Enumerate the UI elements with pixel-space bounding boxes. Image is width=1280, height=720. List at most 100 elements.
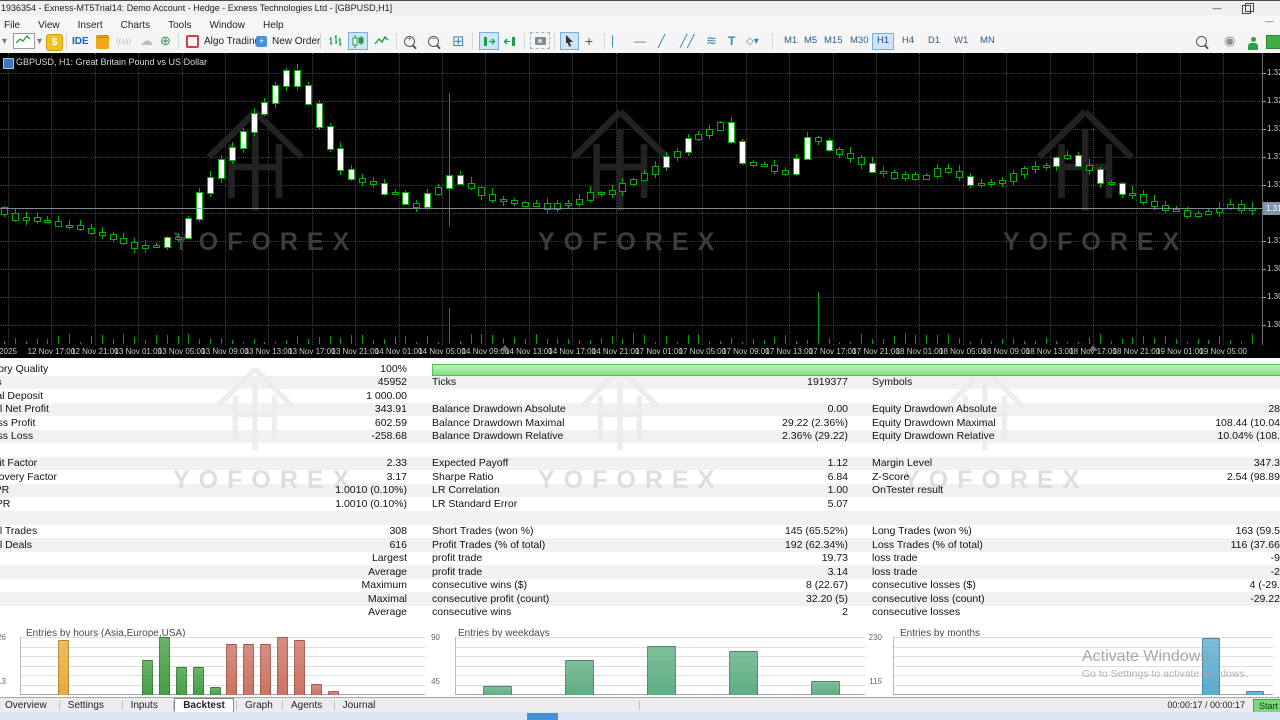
candlestick-chart[interactable]: YOFOREXYOFOREXYOFOREX GBPUSD, H1: Great … [0, 53, 1262, 346]
crosshair-icon[interactable]: + [585, 32, 593, 50]
volume-tick [839, 342, 840, 344]
candle-body [1075, 155, 1082, 167]
timeframe-M1[interactable]: M1 [780, 33, 801, 48]
stat-value: 1.12 [560, 457, 848, 469]
chart-profile-button[interactable]: ▾ [13, 32, 42, 50]
new-order-button[interactable]: + New Order [256, 32, 320, 50]
volume-tick [15, 338, 16, 344]
trendline-tool-icon[interactable]: ╱ [658, 32, 665, 50]
yoforex-logo-watermark [568, 108, 673, 222]
candle-body [728, 122, 735, 143]
gridline-vertical [442, 53, 443, 345]
toolbar: ▾ ▾ $ IDE ((o)) ☁ ⊕ Algo Trading + New O… [0, 30, 1280, 54]
timeframe-M5[interactable]: M5 [800, 33, 821, 48]
stat-value: -29.22 [980, 593, 1280, 605]
minimize-button[interactable]: — [1206, 2, 1228, 15]
volume-tick [373, 340, 374, 344]
fibonacci-tool-icon[interactable]: ≋ [706, 32, 717, 50]
channel-tool-icon[interactable]: ╱╱ [680, 32, 694, 50]
timeframe-M30[interactable]: M30 [846, 33, 872, 48]
candle-body [272, 85, 279, 104]
tab-agents[interactable]: Agents [283, 699, 330, 713]
volume-tick [709, 341, 710, 344]
taskbar-app-chip[interactable] [527, 713, 558, 720]
candle-body [956, 171, 963, 178]
candle-body [1086, 165, 1093, 171]
zoom-in-icon[interactable]: + [404, 32, 420, 50]
algo-trading-button[interactable]: Algo Trading [186, 32, 260, 50]
stat-label: Symbols [872, 376, 912, 388]
volume-tick [188, 334, 189, 344]
timeframe-D1[interactable]: D1 [924, 33, 944, 48]
chart-symbol-icon [3, 58, 14, 69]
candle-wick [449, 93, 450, 226]
help-icon[interactable]: ◉ [1224, 32, 1235, 50]
timeframe-H1[interactable]: H1 [872, 33, 894, 50]
market-bag-icon[interactable] [96, 35, 109, 49]
tab-backtest[interactable]: Backtest [174, 698, 234, 713]
volume-tick [1198, 339, 1199, 344]
time-label: 17 Nov 05:00 [679, 347, 727, 356]
line-chart-mode-icon[interactable] [374, 32, 389, 50]
mini-tick-label: 230 [862, 633, 882, 642]
stat-value: 145 (65.52%) [560, 525, 848, 537]
timeframe-M15[interactable]: M15 [820, 33, 846, 48]
tab-journal[interactable]: Journal [335, 699, 384, 713]
shift-chart-right-icon[interactable] [479, 32, 499, 50]
signals-icon[interactable]: ((o)) [116, 32, 131, 50]
profile-icon[interactable] [1248, 34, 1258, 52]
candle-body [858, 157, 865, 164]
scroll-marker-icon [1088, 345, 1098, 351]
volume-tick [1100, 334, 1101, 344]
vertical-line-tool-icon[interactable]: ⎸ [612, 32, 624, 50]
volume-tick [1067, 342, 1068, 344]
screenshot-camera-icon[interactable] [530, 32, 550, 49]
shift-chart-left-icon[interactable] [503, 32, 516, 50]
grid-icon[interactable]: ⊞ [452, 32, 465, 50]
scroll-marker-icon [500, 345, 510, 351]
connection-status-icon[interactable] [1266, 35, 1280, 49]
timeframe-H4[interactable]: H4 [898, 33, 918, 48]
mini-bar [1246, 691, 1264, 695]
cloud-icon[interactable]: ☁ [140, 32, 153, 50]
gridline-vertical [1180, 53, 1181, 345]
cursor-icon[interactable] [560, 32, 579, 50]
chevron-down-icon[interactable]: ▾ [2, 32, 7, 50]
volume-tick [622, 339, 623, 344]
text-tool-icon[interactable]: T [728, 32, 735, 50]
timeframe-MN[interactable]: MN [976, 33, 999, 48]
candle-body [337, 148, 344, 171]
ide-button[interactable]: IDE [72, 32, 89, 50]
deposit-icon[interactable]: $ [46, 34, 63, 51]
mdi-minimize-icon[interactable]: — [1265, 16, 1274, 26]
search-icon[interactable] [1196, 32, 1207, 50]
horizontal-line-tool-icon[interactable]: — [634, 32, 646, 50]
tab-settings[interactable]: Settings [60, 699, 112, 713]
community-globe-icon[interactable]: ⊕ [160, 32, 171, 50]
stat-value: -2 [980, 566, 1280, 578]
tab-inputs[interactable]: Inputs [123, 699, 166, 713]
volume-tick [69, 334, 70, 344]
shapes-tool-icon[interactable]: ◇▾ [746, 32, 759, 50]
candle-body [836, 149, 843, 155]
candle-body [663, 156, 670, 168]
stat-label: profit trade [432, 566, 482, 578]
candle-body [674, 151, 681, 158]
candle-body [619, 183, 626, 191]
candle-chart-mode-icon[interactable] [348, 32, 368, 50]
stat-value: 343.91 [180, 403, 407, 415]
candle-body [283, 70, 290, 87]
volume-tick [601, 338, 602, 344]
bar-chart-mode-icon[interactable] [328, 32, 342, 50]
tab-overview[interactable]: Overview [0, 699, 55, 713]
candle-body [240, 131, 247, 150]
candle-body [185, 218, 192, 239]
price-axis[interactable]: 1.322001.320001.318001.316001.314001.312… [1262, 53, 1280, 345]
restore-button[interactable] [1234, 2, 1256, 15]
timeframe-W1[interactable]: W1 [950, 33, 972, 48]
tab-graph[interactable]: Graph [237, 699, 281, 713]
zoom-out-icon[interactable]: − [428, 32, 444, 50]
time-axis[interactable]: 202512 Nov 17:0012 Nov 21:0013 Nov 01:00… [0, 345, 1280, 358]
stat-value: 5.07 [560, 498, 848, 510]
candle-body [652, 166, 659, 175]
